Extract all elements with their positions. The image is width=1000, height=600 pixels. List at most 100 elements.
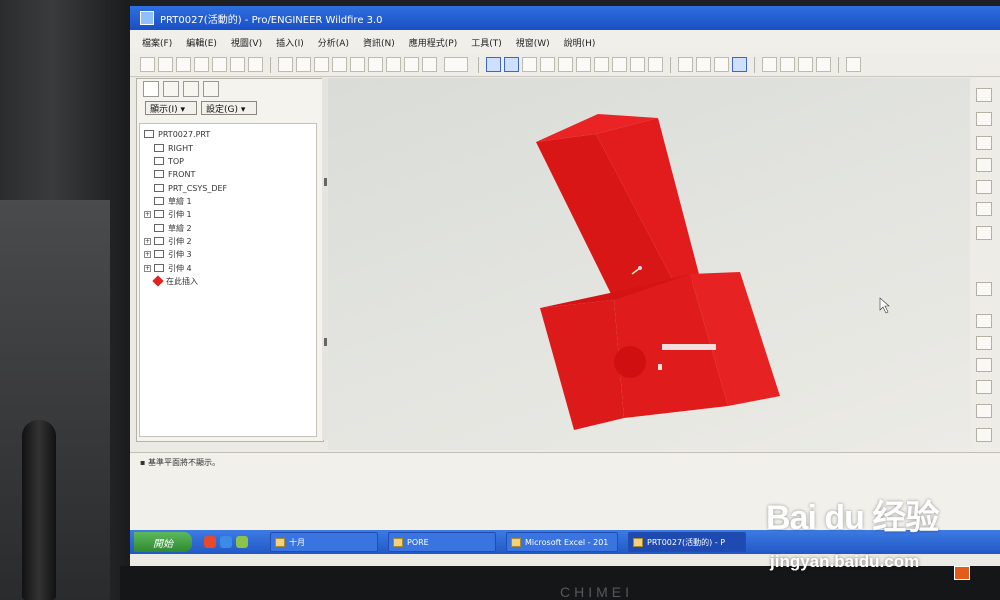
tree-item-sketch-1[interactable]: 草繪 1 (154, 195, 192, 207)
zoom-out-icon[interactable] (558, 57, 573, 72)
datum-curve-tool-icon[interactable] (976, 136, 992, 150)
quick-launch-icon[interactable] (204, 536, 216, 548)
blend-tool-icon[interactable] (976, 380, 992, 394)
regen-manager-icon[interactable] (404, 57, 419, 72)
menu-applications[interactable]: 應用程式(P) (409, 36, 457, 49)
find-icon[interactable] (422, 57, 437, 72)
mail-link-icon[interactable] (230, 57, 245, 72)
shading-icon[interactable] (732, 57, 747, 72)
menu-view[interactable]: 視圖(V) (231, 36, 262, 49)
print-icon[interactable] (194, 57, 209, 72)
folder-browser-tab[interactable] (163, 81, 179, 97)
datum-planes-toggle-icon[interactable] (762, 57, 777, 72)
repaint-icon[interactable] (486, 57, 501, 72)
tree-item-extrude-1[interactable]: + 引伸 1 (144, 208, 192, 220)
taskbar-item-proe[interactable]: PRT0027(活動的) - P (628, 532, 746, 552)
tree-item-top[interactable]: TOP (154, 155, 184, 167)
tree-item-right[interactable]: RIGHT (154, 142, 193, 154)
datum-plane-icon (154, 170, 164, 178)
tree-item-extrude-4[interactable]: + 引伸 4 (144, 262, 192, 274)
expand-icon[interactable]: + (144, 210, 151, 218)
microphone (22, 420, 56, 600)
tree-item-part[interactable]: PRT0027.PRT (144, 128, 210, 140)
extrude-tool-icon[interactable] (976, 314, 992, 328)
selection-filter-dropdown[interactable] (444, 57, 468, 72)
graphics-window[interactable] (328, 78, 970, 450)
regenerate-icon[interactable] (248, 57, 263, 72)
saved-views-icon[interactable] (612, 57, 627, 72)
round-tool-icon[interactable] (976, 428, 992, 442)
sketched-curve-tool-icon[interactable] (976, 158, 992, 172)
collapse-arrow-icon[interactable] (324, 178, 327, 186)
context-help-icon[interactable] (846, 57, 861, 72)
menu-tools[interactable]: 工具(T) (471, 36, 502, 49)
orient-mode-icon[interactable] (522, 57, 537, 72)
tree-item-csys[interactable]: PRT_CSYS_DEF (154, 182, 227, 194)
paste-special-icon[interactable] (368, 57, 383, 72)
open-file-icon[interactable] (158, 57, 173, 72)
quick-launch-icon[interactable] (236, 536, 248, 548)
zoom-in-icon[interactable] (540, 57, 555, 72)
datum-axes-toggle-icon[interactable] (780, 57, 795, 72)
tree-item-sketch-2[interactable]: 草繪 2 (154, 222, 192, 234)
menu-window[interactable]: 視窗(W) (516, 36, 550, 49)
tree-item-label: PRT_CSYS_DEF (168, 183, 228, 193)
menu-file[interactable]: 檔案(F) (142, 36, 172, 49)
expand-icon[interactable]: + (144, 250, 151, 258)
settings-dropdown[interactable]: 設定(G) ▾ (201, 101, 257, 115)
start-button[interactable]: 開始 (134, 532, 192, 552)
layers-icon[interactable] (630, 57, 645, 72)
paste-icon[interactable] (350, 57, 365, 72)
datum-axis-tool-icon[interactable] (976, 112, 992, 126)
save-icon[interactable] (176, 57, 191, 72)
taskbar-item-pore[interactable]: PORE (388, 532, 496, 552)
tray-icon[interactable] (954, 566, 970, 580)
tree-item-front[interactable]: FRONT (154, 168, 195, 180)
taskbar-item-excel[interactable]: Microsoft Excel - 201 (506, 532, 618, 552)
refit-icon[interactable] (576, 57, 591, 72)
insert-here-icon (152, 275, 164, 287)
new-file-icon[interactable] (140, 57, 155, 72)
view-manager-icon[interactable] (648, 57, 663, 72)
tree-item-insert-here[interactable]: 在此插入 (152, 275, 198, 287)
analysis-tool-icon[interactable] (976, 226, 992, 240)
datum-points-toggle-icon[interactable] (798, 57, 813, 72)
datum-csys-tool-icon[interactable] (976, 202, 992, 216)
revolve-tool-icon[interactable] (976, 336, 992, 350)
model-tree-tab[interactable] (143, 81, 159, 97)
tree-item-label: PRT0027.PRT (158, 129, 211, 139)
send-mail-icon[interactable] (212, 57, 227, 72)
hole-tool-icon[interactable] (976, 404, 992, 418)
undo-icon[interactable] (278, 57, 293, 72)
collapse-arrow-icon[interactable] (324, 338, 327, 346)
sweep-tool-icon[interactable] (976, 358, 992, 372)
csys-toggle-icon[interactable] (816, 57, 831, 72)
regenerate-model-icon[interactable] (386, 57, 401, 72)
wireframe-icon[interactable] (678, 57, 693, 72)
tree-item-extrude-3[interactable]: + 引伸 3 (144, 248, 192, 260)
hidden-line-icon[interactable] (696, 57, 711, 72)
redo-icon[interactable] (296, 57, 311, 72)
expand-icon[interactable]: + (144, 264, 151, 272)
cut-icon[interactable] (314, 57, 329, 72)
no-hidden-icon[interactable] (714, 57, 729, 72)
menu-help[interactable]: 說明(H) (564, 36, 596, 49)
tree-item-extrude-2[interactable]: + 引伸 2 (144, 235, 192, 247)
datum-point-tool-icon[interactable] (976, 180, 992, 194)
baidu-watermark: Bai du 经验 jingyan.baidu.com (766, 490, 939, 571)
ie-icon[interactable] (220, 536, 232, 548)
menu-edit[interactable]: 編輯(E) (186, 36, 217, 49)
display-dropdown[interactable]: 顯示(I) ▾ (145, 101, 197, 115)
menu-info[interactable]: 資訊(N) (363, 36, 395, 49)
datum-plane-tool-icon[interactable] (976, 88, 992, 102)
copy-icon[interactable] (332, 57, 347, 72)
favorites-tab[interactable] (183, 81, 199, 97)
menu-analysis[interactable]: 分析(A) (318, 36, 349, 49)
menu-insert[interactable]: 插入(I) (276, 36, 304, 49)
connections-tab[interactable] (203, 81, 219, 97)
reorient-icon[interactable] (594, 57, 609, 72)
sketch-tool-icon[interactable] (976, 282, 992, 296)
taskbar-item-folder[interactable]: 十月 (270, 532, 378, 552)
spin-center-icon[interactable] (504, 57, 519, 72)
expand-icon[interactable]: + (144, 237, 151, 245)
